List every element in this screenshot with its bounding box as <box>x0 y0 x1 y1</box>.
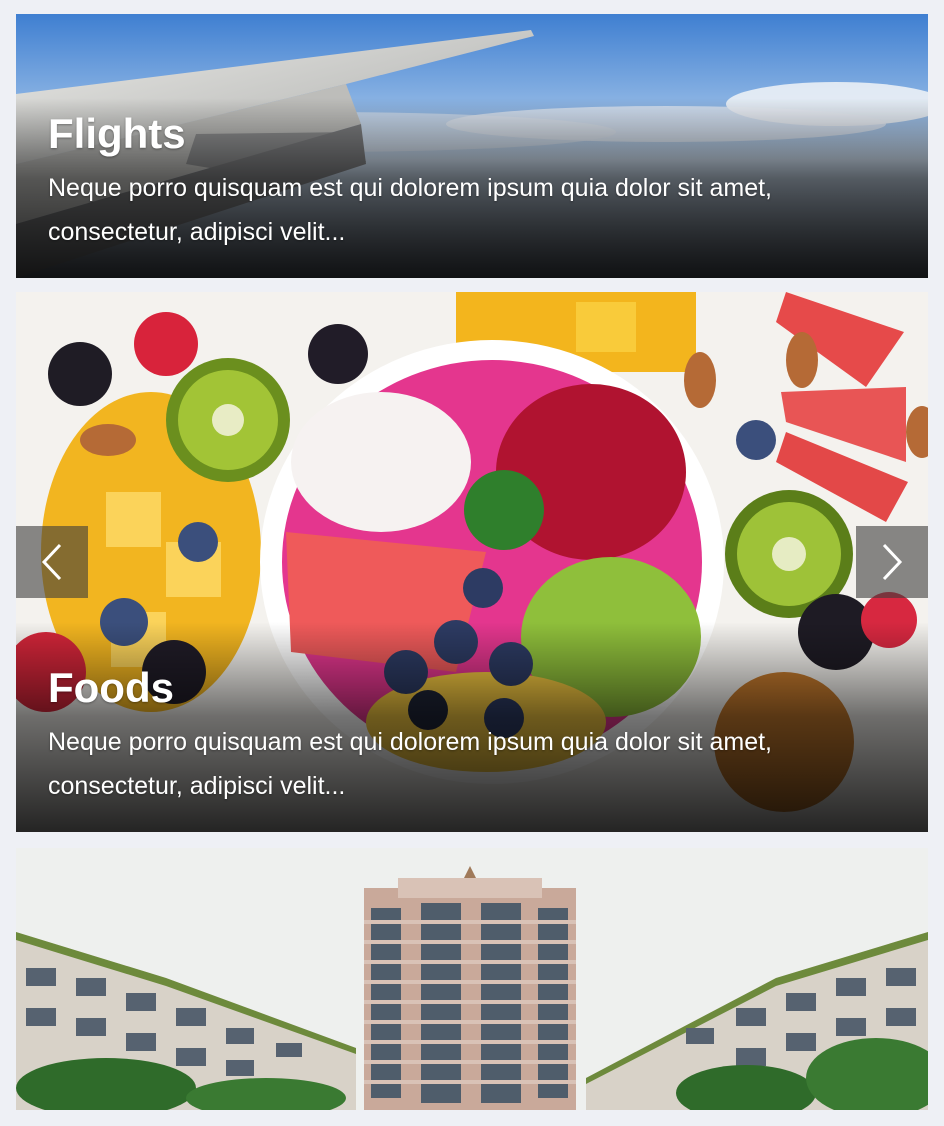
card-title: Flights <box>48 110 186 157</box>
carousel-prev-button[interactable] <box>16 526 88 598</box>
foods-carousel[interactable]: Foods Neque porro quisquam est qui dolor… <box>16 292 928 832</box>
foods-caption: Foods Neque porro quisquam est qui dolor… <box>48 664 868 808</box>
chevron-right-icon <box>882 543 903 581</box>
carousel-next-button[interactable] <box>856 526 928 598</box>
chevron-left-icon <box>41 543 62 581</box>
hotel-card[interactable] <box>16 848 928 1110</box>
card-description: Neque porro quisquam est qui dolorem ips… <box>48 728 772 800</box>
card-title: Foods <box>48 664 174 711</box>
hotel-buildings-image <box>16 848 928 1110</box>
flights-card[interactable]: Flights Neque porro quisquam est qui dol… <box>16 14 928 278</box>
card-description: Neque porro quisquam est qui dolorem ips… <box>48 174 772 246</box>
flights-caption: Flights Neque porro quisquam est qui dol… <box>48 110 868 254</box>
